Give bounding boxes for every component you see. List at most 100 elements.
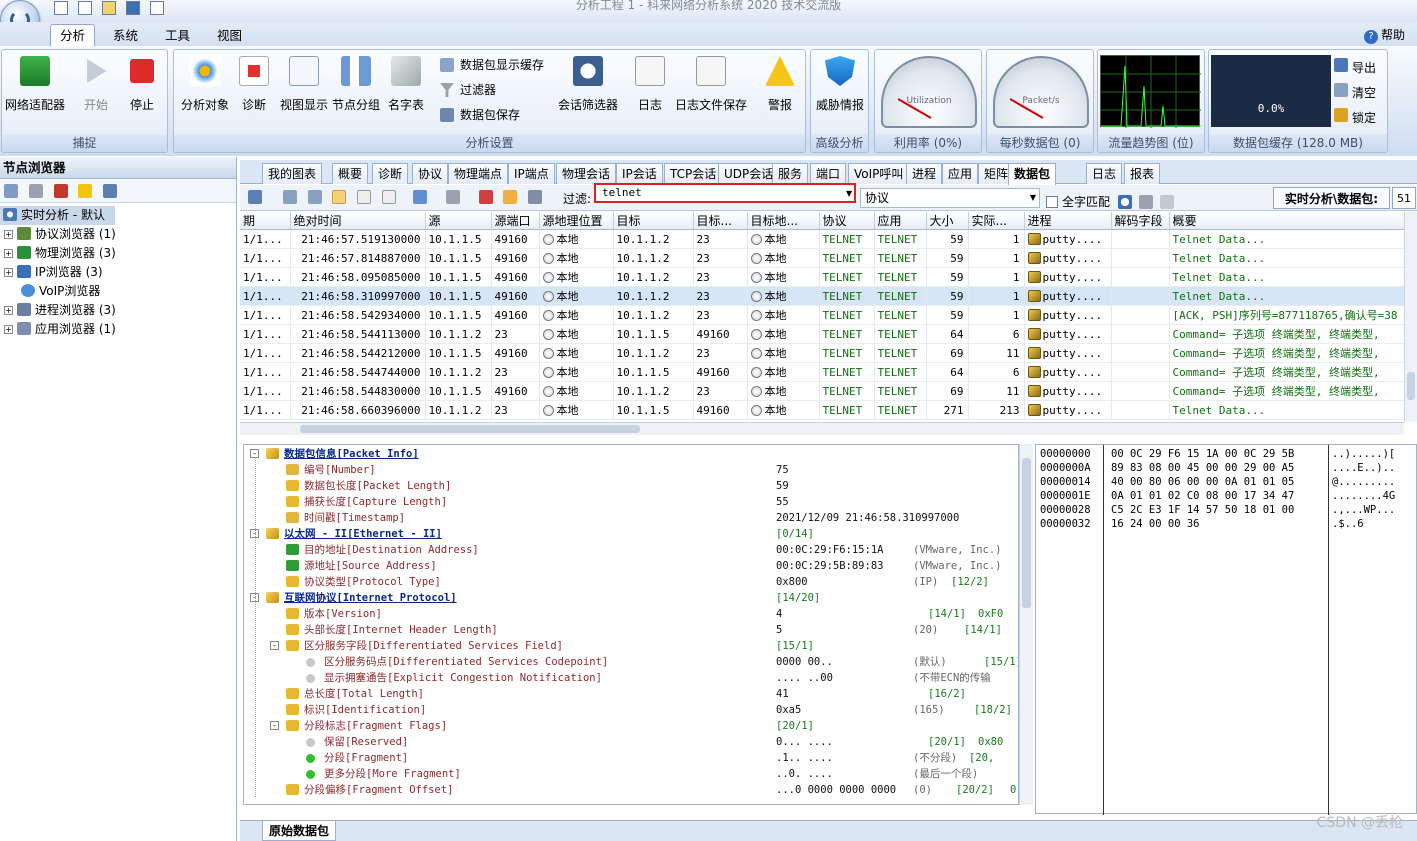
analysis-object-button[interactable]: 分析对象 [177, 56, 233, 113]
packet-row[interactable]: 1/1... 21:46:57.814887000 10.1.1.5 49160 本地 1… [240, 248, 1405, 268]
hex-view-icon[interactable] [382, 190, 397, 204]
tab-8[interactable]: TCP会话 [664, 163, 723, 184]
detail-view-icon[interactable] [357, 190, 372, 204]
hex-bytes[interactable]: 00 0C 29 F6 15 1A 00 0C 29 5B [1111, 447, 1294, 461]
decode-row[interactable]: 分段偏移[Fragment Offset] ...0 0000 0000 0000… [244, 782, 1018, 798]
tree-icon[interactable] [503, 190, 518, 204]
decode-row[interactable]: 时间戳[Timestamp] 2021/12/09 21:46:58.310997… [244, 510, 1018, 526]
expand-toggle[interactable]: + [4, 230, 13, 239]
packet-row[interactable]: 1/1... 21:46:58.544830000 10.1.1.5 49160 本地 1… [240, 381, 1405, 401]
column-header[interactable]: 绝对时间 [290, 212, 426, 230]
tree-item-protocol[interactable]: + 协议浏览器 (1) [0, 225, 116, 244]
column-header[interactable]: 目标 [613, 212, 694, 230]
packet-row[interactable]: 1/1... 21:46:57.519130000 10.1.1.5 49160 本地 1… [240, 229, 1405, 249]
hex-bytes[interactable]: 16 24 00 00 36 [1111, 517, 1200, 531]
hex-bytes[interactable]: 89 83 08 00 45 00 00 29 00 A5 [1111, 461, 1294, 475]
packet-row[interactable]: 1/1... 21:46:58.542934000 10.1.1.5 49160 本地 1… [240, 305, 1405, 325]
expand-toggle[interactable]: + [4, 325, 13, 334]
log-button[interactable]: 日志 [630, 56, 670, 113]
column-header[interactable]: 源端口 [491, 212, 540, 230]
hex-bytes[interactable]: C5 2C E3 1F 14 57 50 18 01 00 [1111, 503, 1294, 517]
collapse-toggle[interactable]: - [270, 721, 279, 730]
expand-toggle[interactable]: + [4, 268, 13, 277]
tree-item-process[interactable]: + 进程浏览器 (3) [0, 301, 116, 320]
export-node-icon[interactable] [103, 184, 118, 198]
decode-row[interactable]: 捕获长度[Capture Length] 55 [244, 494, 1018, 510]
column-header[interactable]: 期 [240, 212, 291, 230]
decode-row[interactable]: - 区分服务字段[Differentiated Services Field] [1… [244, 638, 1018, 654]
tab-7[interactable]: IP会话 [616, 163, 663, 184]
tab-12[interactable]: VoIP呼叫 [848, 163, 910, 184]
hex-ascii[interactable]: .$..6 [1332, 517, 1364, 531]
decode-row[interactable]: 总长度[Total Length] 41 [16/2] [244, 686, 1018, 702]
export-button[interactable]: 导出 [1334, 56, 1376, 81]
advanced-filter-icon[interactable] [1139, 195, 1154, 209]
decode-row[interactable]: - 分段标志[Fragment Flags] [20/1] [244, 718, 1018, 734]
column-header[interactable]: 进程 [1024, 212, 1112, 230]
add-node-icon[interactable] [4, 184, 18, 198]
edit-icon[interactable] [150, 1, 164, 15]
hex-ascii[interactable]: .,...WP... [1332, 503, 1395, 517]
decode-row[interactable]: - 互联网协议[Internet Protocol] [14/20] [244, 590, 1018, 606]
packet-row[interactable]: 1/1... 21:46:58.310997000 10.1.1.5 49160 本地 1… [240, 286, 1405, 306]
tab-10[interactable]: 服务 [772, 163, 809, 184]
session-filter-button[interactable]: 会话筛选器 [552, 56, 624, 113]
threat-intel-button[interactable]: 威胁情报 [813, 56, 867, 113]
packet-row[interactable]: 1/1... 21:46:58.660396000 10.1.1.2 23 本地 10.1… [240, 400, 1405, 420]
tab-1[interactable]: 概要 [332, 163, 369, 184]
name-table-button[interactable]: 名字表 [382, 56, 430, 113]
tab-6[interactable]: 物理会话 [556, 163, 617, 184]
decode-icon[interactable] [478, 190, 493, 204]
tab-14[interactable]: 应用 [942, 163, 979, 184]
new-file-icon[interactable] [54, 1, 68, 15]
decode-row[interactable]: - 数据包信息[Packet Info] [244, 446, 1018, 462]
network-adapter-button[interactable]: 网络适配器 [4, 56, 66, 113]
decode-row[interactable]: 区分服务码点[Differentiated Services Codepoint… [244, 654, 1018, 670]
menu-view[interactable]: 视图 [208, 26, 251, 46]
decode-row[interactable]: 头部长度[Internet Header Length] 5 (20) [14/1] [244, 622, 1018, 638]
packet-filter-icon[interactable] [445, 190, 460, 204]
warning-node-icon[interactable] [78, 184, 93, 198]
prev-arrow-icon[interactable] [282, 190, 297, 204]
tab-3[interactable]: 协议 [412, 163, 449, 184]
tree-item-voip[interactable]: VoIP浏览器 [0, 282, 100, 301]
tab-11[interactable]: 端口 [810, 163, 847, 184]
tab-9[interactable]: UDP会话 [718, 163, 780, 184]
tab-0[interactable]: 我的图表 [262, 163, 323, 184]
tab-13[interactable]: 进程 [906, 163, 943, 184]
column-header[interactable]: 源 [425, 212, 492, 230]
column-header[interactable]: 概要 [1169, 212, 1405, 230]
help-button[interactable]: ? 帮助 [1363, 26, 1405, 44]
filter-input[interactable]: telnet [594, 183, 856, 203]
packet-row[interactable]: 1/1... 21:46:58.544212000 10.1.1.5 49160 本地 1… [240, 343, 1405, 363]
expand-toggle[interactable]: + [4, 249, 13, 258]
packet-list-horizontal-scrollbar[interactable] [240, 422, 1404, 435]
packet-save-button[interactable]: 数据包保存 [440, 105, 520, 125]
packet-row[interactable]: 1/1... 21:46:58.095085000 10.1.1.5 49160 本地 1… [240, 267, 1405, 287]
decode-row[interactable]: 分段[Fragment] .1.. .... (不分段) [20, [244, 750, 1018, 766]
filter-dropdown-arrow-icon[interactable]: ▼ [846, 189, 852, 198]
packet-list-vertical-scrollbar[interactable] [1404, 212, 1417, 422]
start-button[interactable]: 开始 [74, 56, 118, 113]
column-header[interactable]: 目标... [693, 212, 748, 230]
tree-item-ip[interactable]: + IP浏览器 (3) [0, 263, 103, 282]
column-header[interactable]: 目标地... [747, 212, 820, 230]
decode-row[interactable]: 数据包长度[Packet Length] 59 [244, 478, 1018, 494]
hex-ascii[interactable]: @......... [1332, 475, 1395, 489]
menu-tools[interactable]: 工具 [156, 26, 199, 46]
lock-button[interactable]: 锁定 [1334, 106, 1376, 131]
tree-root-realtime[interactable]: 实时分析 - 默认 [0, 206, 115, 225]
settings-icon[interactable] [528, 190, 543, 204]
decode-row[interactable]: 显示拥塞通告[Explicit Congestion Notification]… [244, 670, 1018, 686]
tab-16[interactable]: 数据包 [1008, 163, 1057, 185]
new-project-icon[interactable] [78, 1, 92, 15]
column-header[interactable]: 大小 [926, 212, 969, 230]
packet-row[interactable]: 1/1... 21:46:58.544744000 10.1.1.2 23 本地 10.1… [240, 362, 1405, 382]
filter-node-icon[interactable] [28, 184, 43, 198]
expand-toggle[interactable]: + [4, 306, 13, 315]
menu-analysis[interactable]: 分析 [50, 24, 96, 46]
hex-bytes[interactable]: 0A 01 01 02 C0 08 00 17 34 47 [1111, 489, 1294, 503]
hex-bytes[interactable]: 40 00 80 06 00 00 0A 01 01 05 [1111, 475, 1294, 489]
save-packets-icon[interactable] [248, 190, 262, 204]
decode-row[interactable]: 编号[Number] 75 [244, 462, 1018, 478]
